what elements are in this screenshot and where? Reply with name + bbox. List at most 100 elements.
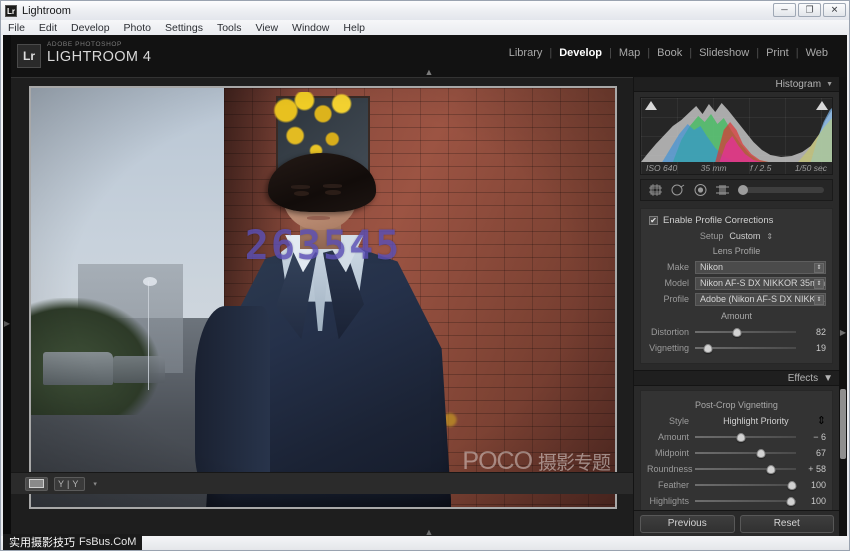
dropdown-arrow-icon[interactable]: ⇕	[814, 294, 824, 305]
loupe-view-button[interactable]	[25, 476, 48, 491]
feather-value[interactable]: 100	[800, 480, 826, 490]
red-eye-icon[interactable]	[694, 184, 707, 196]
highlight-clipping-icon[interactable]	[816, 101, 828, 110]
module-map[interactable]: Map	[612, 47, 647, 59]
feather-slider[interactable]	[695, 479, 800, 491]
histogram-curve	[641, 103, 832, 162]
roundness-slider[interactable]	[695, 463, 800, 475]
highlights-slider[interactable]	[695, 495, 800, 507]
roundness-value[interactable]: + 58	[800, 464, 826, 474]
photo-image[interactable]: 263545 POCO 摄影专题 http://photo.poco.cn/	[31, 88, 615, 507]
vignetting-slider[interactable]	[695, 342, 800, 354]
minimize-button[interactable]: ─	[773, 3, 796, 17]
right-panel-scrollbar[interactable]	[839, 77, 847, 536]
histogram-chart[interactable]: ISO 640 35 mm f / 2.5 1/50 sec	[640, 97, 833, 175]
menu-item-tools[interactable]: Tools	[217, 22, 242, 34]
spot-removal-icon[interactable]	[671, 184, 685, 196]
brand-small-label: ADOBE PHOTOSHOP	[47, 41, 122, 48]
distortion-slider[interactable]	[695, 326, 800, 338]
histogram-header[interactable]: Histogram ▼	[634, 77, 839, 92]
updown-arrows-icon[interactable]: ⇕	[766, 232, 773, 241]
adjustment-brush-slider[interactable]	[738, 185, 824, 195]
chevron-down-icon[interactable]: ▼	[826, 81, 833, 88]
menu-item-help[interactable]: Help	[343, 22, 365, 34]
maximize-button[interactable]: ❐	[798, 3, 821, 17]
roundness-label: Roundness	[647, 464, 693, 474]
exif-iso: ISO 640	[646, 163, 678, 173]
lens-model-dropdown[interactable]: Nikon AF-S DX NIKKOR 35mm... ⇕	[695, 276, 826, 290]
midpoint-slider[interactable]	[695, 447, 800, 459]
module-print[interactable]: Print	[759, 47, 796, 59]
module-picker: Library | Develop | Map | Book | Slidesh…	[502, 47, 835, 59]
slider-knob[interactable]	[736, 433, 746, 442]
distortion-value[interactable]: 82	[800, 327, 826, 337]
menu-item-settings[interactable]: Settings	[165, 22, 203, 34]
right-panel: Histogram ▼ ISO 640 35 mm f / 2.5 1/50 s…	[633, 77, 839, 536]
crop-overlay-icon[interactable]	[649, 184, 662, 196]
vignetting-value[interactable]: 19	[800, 343, 826, 353]
checkbox-icon[interactable]: ✔	[649, 216, 658, 225]
slider-knob[interactable]	[703, 344, 713, 353]
histogram-exif: ISO 640 35 mm f / 2.5 1/50 sec	[641, 163, 832, 173]
scrollbar-thumb[interactable]	[840, 389, 846, 459]
style-label: Style	[668, 415, 689, 426]
vignette-amount-row: Amount − 6	[647, 430, 826, 444]
vignette-style-row[interactable]: Style Highlight Priority ⇕	[647, 414, 826, 427]
module-library[interactable]: Library	[502, 47, 550, 59]
slider-knob[interactable]	[787, 481, 797, 490]
updown-arrows-icon[interactable]: ⇕	[817, 414, 826, 427]
slider-track	[695, 484, 796, 486]
lens-profile-dropdown[interactable]: Adobe (Nikon AF-S DX NIKKO... ⇕	[695, 292, 826, 306]
vignetting-label: Vignetting	[649, 343, 689, 353]
dropdown-arrow-icon[interactable]: ⇕	[814, 278, 824, 289]
vignette-feather-row: Feather 100	[647, 478, 826, 492]
enable-profile-corrections-row[interactable]: ✔ Enable Profile Corrections	[647, 213, 826, 229]
slider-knob[interactable]	[786, 497, 796, 506]
effects-title: Effects	[787, 372, 819, 384]
left-panel-expand-arrow[interactable]: ▶	[4, 318, 10, 330]
menu-item-photo[interactable]: Photo	[124, 22, 151, 34]
slider-track	[695, 331, 796, 333]
postcrop-vignetting-title: Post-Crop Vignetting	[695, 400, 778, 410]
right-panel-collapse-arrow[interactable]: ▶	[840, 328, 846, 337]
brand-large-label: LIGHTROOM 4	[47, 49, 152, 65]
filmstrip-toggle-icon[interactable]: ▲	[421, 528, 437, 537]
top-panel-toggle-icon[interactable]: ▲	[421, 68, 437, 77]
menu-item-edit[interactable]: Edit	[39, 22, 57, 34]
menu-item-view[interactable]: View	[255, 22, 278, 34]
distortion-slider-row: Distortion 82	[647, 325, 826, 339]
slider-knob[interactable]	[766, 465, 776, 474]
slider-knob[interactable]	[756, 449, 766, 458]
midpoint-value[interactable]: 67	[800, 448, 826, 458]
effects-header[interactable]: Effects ▼	[634, 370, 839, 386]
before-after-button[interactable]: Y|Y	[54, 476, 86, 491]
setup-value[interactable]: Custom	[729, 231, 760, 241]
amount-value[interactable]: − 6	[800, 432, 826, 442]
module-develop[interactable]: Develop	[552, 47, 609, 59]
module-slideshow[interactable]: Slideshow	[692, 47, 756, 59]
setup-row[interactable]: Setup Custom ⇕	[647, 231, 826, 241]
lens-profile-label: Profile	[663, 294, 689, 304]
app-icon: Lr	[5, 4, 17, 17]
module-book[interactable]: Book	[650, 47, 689, 59]
amount-title: Amount	[720, 311, 753, 321]
left-panel-collapsed[interactable]: ▶	[3, 35, 11, 536]
menu-item-file[interactable]: File	[8, 22, 25, 34]
menu-item-develop[interactable]: Develop	[71, 22, 110, 34]
previous-button[interactable]: Previous	[640, 514, 735, 533]
chevron-down-icon[interactable]: ▼	[823, 373, 833, 384]
menu-item-window[interactable]: Window	[292, 22, 329, 34]
module-web[interactable]: Web	[799, 47, 835, 59]
amount-slider[interactable]	[695, 431, 800, 443]
lightroom-logo-icon: Lr	[17, 44, 41, 68]
close-button[interactable]: ✕	[823, 3, 846, 17]
shadow-clipping-icon[interactable]	[645, 101, 657, 110]
before-after-caret-icon[interactable]: ▾	[93, 480, 97, 488]
slider-knob[interactable]	[732, 328, 742, 337]
reset-button[interactable]: Reset	[739, 514, 834, 533]
lens-make-dropdown[interactable]: Nikon ⇕	[695, 260, 826, 274]
graduated-filter-icon[interactable]	[716, 184, 729, 196]
highlights-value[interactable]: 100	[800, 496, 826, 506]
dropdown-arrow-icon[interactable]: ⇕	[814, 262, 824, 273]
style-value[interactable]: Highlight Priority	[695, 416, 817, 426]
